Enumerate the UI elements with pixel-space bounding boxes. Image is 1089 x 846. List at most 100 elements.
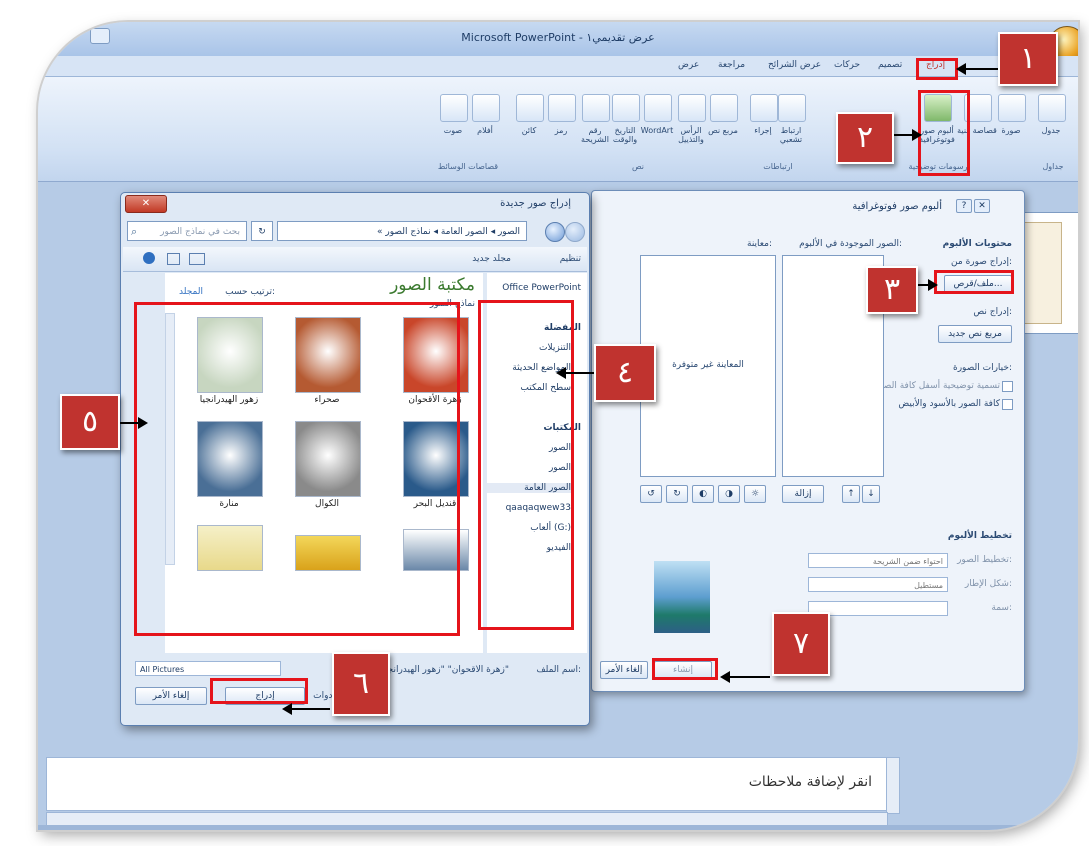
tab-design[interactable]: تصميم	[878, 60, 902, 70]
filename-label: اسم الملف:	[536, 665, 581, 675]
highlight-navigation-pane	[478, 300, 574, 630]
tab-animations[interactable]: حركات	[834, 60, 860, 70]
highlight-file-disk-button	[934, 270, 1014, 294]
ribbon-table[interactable]: جدول	[1030, 126, 1072, 135]
preview-label: معاينة:	[747, 239, 772, 249]
pictures-in-album-label: الصور الموجودة في الألبوم:	[799, 239, 902, 249]
sound-icon[interactable]	[440, 94, 468, 122]
contrast-down-icon[interactable]: ◑	[718, 485, 740, 503]
forward-icon[interactable]	[565, 222, 585, 242]
callout-2: ٢	[836, 112, 894, 164]
dialog-close-button[interactable]: ✕	[125, 195, 167, 213]
album-dialog-title: ألبوم صور فوتوغرافية	[852, 201, 942, 212]
refresh-icon[interactable]: ↻	[251, 221, 273, 241]
highlight-create-button	[652, 658, 718, 680]
group-text: نص	[631, 162, 645, 171]
wordart-icon[interactable]	[644, 94, 672, 122]
picture-icon[interactable]	[998, 94, 1026, 122]
header-footer-icon[interactable]	[678, 94, 706, 122]
search-icon: ⌕	[131, 225, 138, 238]
notes-scrollbar[interactable]	[886, 757, 900, 814]
object-icon[interactable]	[516, 94, 544, 122]
arrowhead-6	[282, 703, 292, 715]
picture-options-label: خيارات الصورة:	[952, 363, 1012, 373]
arrowhead-1	[956, 63, 966, 75]
ribbon-action[interactable]: إجراء	[742, 126, 784, 135]
notes-pane[interactable]: انقر لإضافة ملاحظات	[46, 757, 888, 811]
action-icon[interactable]	[750, 94, 778, 122]
tab-review[interactable]: مراجعة	[718, 60, 745, 70]
move-down-icon[interactable]: ↓	[862, 485, 880, 503]
group-tables: جداول	[1042, 162, 1064, 171]
brightness-icon[interactable]: ☼	[744, 485, 766, 503]
tab-view[interactable]: عرض	[678, 60, 699, 70]
arrowhead-2	[912, 129, 922, 141]
powerpoint-window: Microsoft PowerPoint - عرض تقديمي١ إدراج…	[38, 22, 1078, 830]
contrast-up-icon[interactable]: ◐	[692, 485, 714, 503]
address-bar[interactable]: « الصور ◂ الصور العامة ◂ نماذج الصور	[277, 221, 527, 241]
album-cancel-button[interactable]: إلغاء الأمر	[600, 661, 648, 679]
rotate-right-icon[interactable]: ↻	[666, 485, 688, 503]
callout-1: ١	[998, 32, 1058, 86]
arrow-1	[964, 68, 998, 70]
help-icon[interactable]	[143, 252, 155, 264]
group-links: ارتباطات	[763, 162, 793, 171]
back-icon[interactable]	[545, 222, 565, 242]
notes-placeholder: انقر لإضافة ملاحظات	[748, 774, 872, 790]
slide-number-icon[interactable]	[582, 94, 610, 122]
status-bar	[38, 825, 1078, 830]
new-folder-button[interactable]: مجلد جديد	[451, 254, 511, 264]
link-icon[interactable]	[778, 94, 806, 122]
highlight-insert-button	[210, 678, 308, 704]
callout-4: ٤	[594, 344, 656, 402]
textbox-icon[interactable]	[710, 94, 738, 122]
arrow-5	[118, 422, 140, 424]
arrowhead-7	[720, 671, 730, 683]
no-preview-text: المعاينة غير متوفرة	[672, 360, 744, 370]
ribbon-object[interactable]: كائن	[508, 126, 550, 135]
move-up-icon[interactable]: ↑	[842, 485, 860, 503]
group-media: قصاصات الوسائط	[437, 162, 499, 171]
picture-layout-label: تخطيط الصور:	[957, 555, 1012, 565]
filetype-select[interactable]: All Pictures	[135, 661, 281, 676]
help-icon[interactable]: ?	[956, 199, 972, 213]
arrowhead-3	[928, 279, 938, 291]
arrowhead-5	[138, 417, 148, 429]
highlight-content-pane	[134, 302, 460, 636]
arrow-4	[564, 372, 594, 374]
new-textbox-button[interactable]: مربع نص جديد	[938, 325, 1012, 343]
layout-preview-image	[654, 561, 710, 633]
picture-layout-select[interactable]: احتواء ضمن الشريحة	[808, 553, 948, 568]
screenshot-frame: Microsoft PowerPoint - عرض تقديمي١ إدراج…	[0, 0, 1089, 846]
search-input[interactable]: بحث في نماذج الصور	[127, 221, 247, 241]
arrange-by-value[interactable]: المجلد	[169, 287, 203, 297]
close-icon[interactable]: ✕	[974, 199, 990, 213]
rotate-left-icon[interactable]: ↺	[640, 485, 662, 503]
frame-shape-select[interactable]: مستطيل	[808, 577, 948, 592]
callout-6: ٦	[332, 652, 390, 716]
organize-menu[interactable]: تنظيم	[521, 254, 581, 264]
album-content-label: محتويات الألبوم	[942, 239, 1012, 249]
album-layout-label: تخطيط الألبوم	[947, 531, 1012, 541]
preview-box: المعاينة غير متوفرة	[640, 255, 776, 477]
arrow-7	[728, 676, 770, 678]
preview-pane-icon[interactable]	[167, 253, 180, 265]
tab-slideshow[interactable]: عرض الشرائح	[768, 60, 821, 70]
bw-checkbox[interactable]	[1002, 399, 1013, 410]
nav-office-powerpoint[interactable]: Office PowerPoint	[487, 283, 581, 293]
library-title: مكتبة الصور	[390, 275, 475, 295]
symbol-icon[interactable]	[548, 94, 576, 122]
remove-button[interactable]: إزالة	[782, 485, 824, 503]
horizontal-scrollbar[interactable]	[46, 812, 888, 826]
movie-icon[interactable]	[472, 94, 500, 122]
view-options-icon[interactable]	[189, 253, 205, 265]
date-time-icon[interactable]	[612, 94, 640, 122]
table-icon[interactable]	[1038, 94, 1066, 122]
window-title: Microsoft PowerPoint - عرض تقديمي١	[461, 31, 655, 44]
insert-cancel-button[interactable]: إلغاء الأمر	[135, 687, 207, 705]
arrowhead-4	[556, 367, 566, 379]
insert-dialog-title: إدراج صور جديدة	[500, 198, 571, 209]
arrow-2	[892, 134, 914, 136]
captions-checkbox[interactable]	[1002, 381, 1013, 392]
ribbon-sound[interactable]: صوت	[432, 126, 474, 135]
